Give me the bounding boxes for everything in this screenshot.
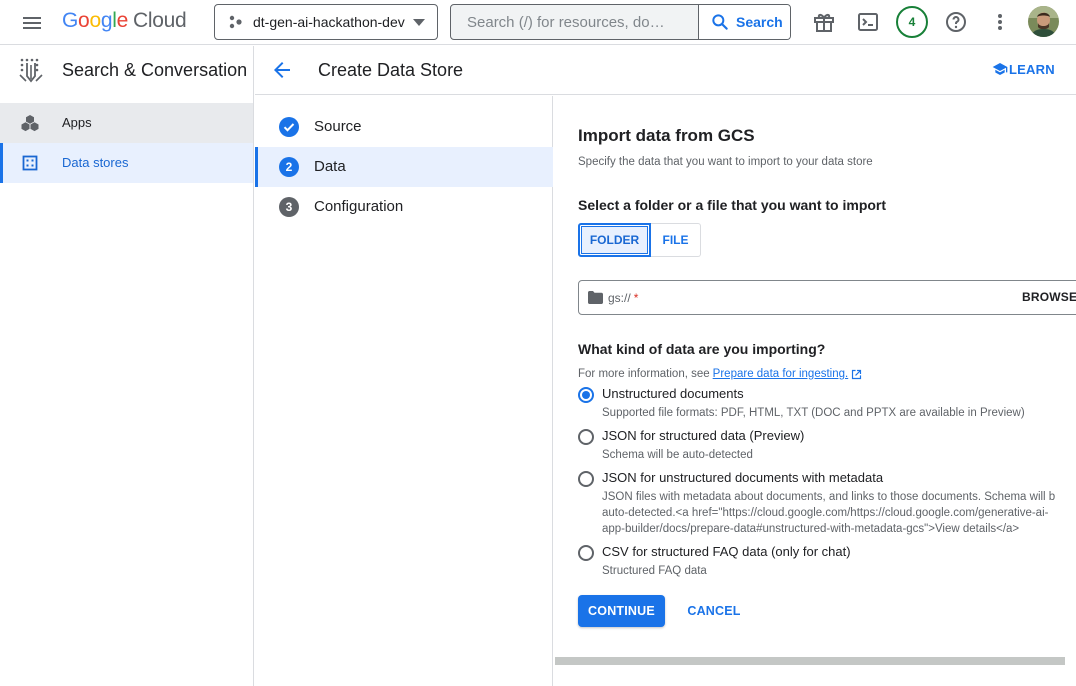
- notifications-badge[interactable]: 4: [896, 6, 928, 38]
- cancel-button[interactable]: CANCEL: [681, 595, 747, 627]
- search-conversation-product-icon: [19, 58, 43, 83]
- school-icon: [992, 63, 1008, 75]
- project-picker[interactable]: dt-gen-ai-hackathon-dev: [214, 4, 438, 40]
- search-bar: Search: [450, 4, 791, 40]
- step-configuration[interactable]: 3 Configuration: [255, 187, 553, 227]
- google-cloud-logo[interactable]: Google Cloud: [62, 9, 187, 33]
- top-app-bar: Google Cloud dt-gen-ai-hackathon-dev Sear…: [0, 0, 1076, 45]
- apps-cube-icon: [21, 115, 39, 132]
- sidebar-item-apps[interactable]: Apps: [0, 103, 253, 143]
- radio-label: JSON for structured data (Preview): [602, 428, 805, 443]
- step-number: 2: [279, 157, 299, 177]
- page-header: Create Data Store LEARN: [255, 46, 1076, 95]
- more-vert-icon[interactable]: [988, 10, 1012, 34]
- project-name: dt-gen-ai-hackathon-dev: [253, 14, 405, 30]
- radio-help-text: Supported file formats: PDF, HTML, TXT (…: [602, 407, 1025, 419]
- radio-unstructured[interactable]: [578, 387, 594, 403]
- external-link-icon: [852, 369, 862, 379]
- step-source[interactable]: Source: [255, 107, 553, 147]
- sidebar-item-label: Apps: [62, 115, 92, 130]
- folder-toggle-button[interactable]: FOLDER: [578, 223, 651, 257]
- radio-help-text: Schema will be auto-detected: [602, 449, 753, 461]
- stepper: Source 2 Data 3 Configuration: [255, 96, 553, 686]
- folder-file-toggle: FOLDER FILE: [578, 223, 701, 257]
- radio-json-structured[interactable]: [578, 429, 594, 445]
- page-title: Create Data Store: [318, 60, 464, 80]
- step-label: Configuration: [314, 198, 404, 215]
- more-info-text: For more information, see Prepare data f…: [578, 368, 862, 380]
- browse-button[interactable]: BROWSE: [1022, 290, 1076, 304]
- continue-button[interactable]: CONTINUE: [578, 595, 665, 627]
- folder-icon: [588, 291, 603, 304]
- prepare-data-link[interactable]: Prepare data for ingesting.: [713, 368, 849, 380]
- select-heading: Select a folder or a file that you want …: [578, 197, 887, 213]
- radio-label: CSV for structured FAQ data (only for ch…: [602, 544, 851, 559]
- left-navigation: Search & Conversation Apps Data stores: [0, 46, 254, 686]
- product-header: Search & Conversation: [0, 46, 253, 95]
- chevron-down-icon: [413, 19, 425, 26]
- gcs-path-placeholder: gs://*: [608, 291, 639, 305]
- check-circle-icon: [279, 117, 299, 137]
- step-label: Data: [314, 158, 346, 175]
- radio-label: Unstructured documents: [602, 386, 744, 401]
- avatar[interactable]: [1028, 6, 1059, 37]
- radio-label: JSON for unstructured documents with met…: [602, 470, 884, 485]
- search-button-label: Search: [736, 14, 783, 30]
- search-input[interactable]: [451, 5, 698, 39]
- logo-google-text: Google: [62, 9, 128, 32]
- radio-csv-faq[interactable]: [578, 545, 594, 561]
- back-arrow-icon[interactable]: [270, 58, 294, 82]
- logo-cloud-text: Cloud: [132, 9, 187, 32]
- form-description: Specify the data that you want to import…: [578, 156, 873, 168]
- search-icon: [712, 14, 728, 30]
- radio-json-unstructured-metadata[interactable]: [578, 471, 594, 487]
- more-info-prefix: For more information, see: [578, 368, 710, 380]
- step-label: Source: [314, 118, 362, 135]
- file-toggle-button[interactable]: FILE: [651, 223, 701, 257]
- radio-help-text: JSON files with metadata about documents…: [602, 491, 1056, 535]
- required-mark: *: [633, 291, 639, 305]
- horizontal-scrollbar[interactable]: [555, 657, 1065, 665]
- sidebar-item-label: Data stores: [62, 155, 129, 170]
- project-icon: [229, 15, 242, 29]
- data-kind-heading: What kind of data are you importing?: [578, 341, 826, 357]
- product-title: Search & Conversation: [62, 60, 248, 80]
- import-form: Import data from GCS Specify the data th…: [554, 96, 1076, 686]
- data-store-icon: [22, 155, 38, 171]
- learn-label: LEARN: [1009, 61, 1055, 77]
- learn-button[interactable]: LEARN: [992, 61, 1055, 77]
- step-data[interactable]: 2 Data: [255, 147, 553, 187]
- gcs-path-field[interactable]: gs://* BROWSE: [578, 280, 1076, 315]
- gift-icon[interactable]: [812, 10, 836, 34]
- cloud-shell-icon[interactable]: [856, 10, 880, 34]
- menu-icon[interactable]: [20, 11, 44, 35]
- help-icon[interactable]: [944, 10, 968, 34]
- form-title: Import data from GCS: [578, 126, 755, 145]
- search-button[interactable]: Search: [698, 5, 790, 39]
- sidebar-item-data-stores[interactable]: Data stores: [0, 143, 253, 183]
- radio-help-text: Structured FAQ data: [602, 565, 707, 577]
- step-number: 3: [279, 197, 299, 217]
